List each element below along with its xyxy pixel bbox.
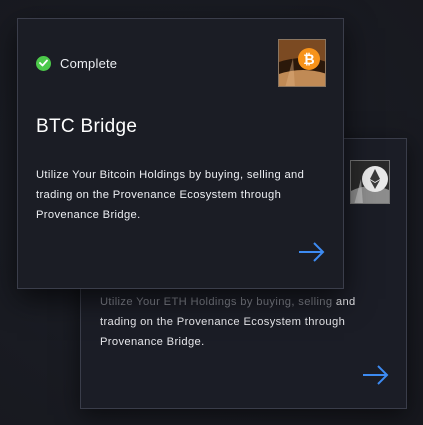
btc-card-description: Utilize Your Bitcoin Holdings by buying,… xyxy=(36,169,305,221)
page-background: Utilize Your ETH Holdings by buying, sel… xyxy=(0,0,423,425)
svg-text:₿: ₿ xyxy=(303,52,314,68)
arrow-right-icon[interactable] xyxy=(361,364,391,386)
btc-thumbnail: ₿ xyxy=(278,39,326,87)
bitcoin-icon: ₿ xyxy=(279,40,325,86)
eth-card-description: Utilize Your ETH Holdings by buying, sel… xyxy=(100,292,390,352)
status-label: Complete xyxy=(60,55,118,71)
eth-open-button[interactable] xyxy=(361,364,391,386)
btc-open-button[interactable] xyxy=(297,241,327,263)
status-badge: Complete xyxy=(36,55,117,71)
arrow-right-icon[interactable] xyxy=(297,241,327,263)
eth-thumbnail xyxy=(350,160,390,204)
btc-bridge-card[interactable]: Complete ₿ BTC Bridge Utilize Your Bitco… xyxy=(17,18,344,289)
card-title: BTC Bridge xyxy=(36,116,138,137)
check-circle-icon xyxy=(36,55,51,71)
ethereum-icon xyxy=(351,161,389,203)
eth-description-line-hidden: Utilize Your ETH Holdings by buying, sel… xyxy=(100,296,333,308)
